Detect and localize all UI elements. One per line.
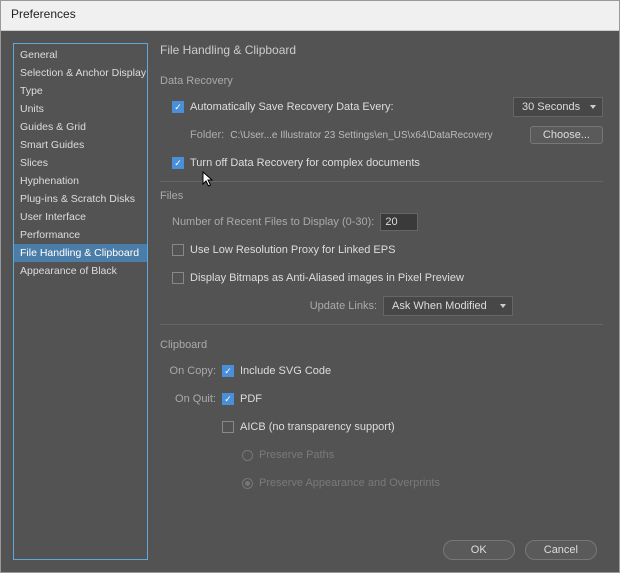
label-on-quit: On Quit: [166,393,216,405]
label-recent-files: Number of Recent Files to Display (0-30)… [172,216,374,228]
sidebar-item-file-handling[interactable]: File Handling & Clipboard [14,244,147,262]
group-label-files: Files [160,190,603,202]
panel-title: File Handling & Clipboard [160,43,603,57]
divider-2 [160,324,603,325]
label-preserve-paths: Preserve Paths [259,449,334,461]
sidebar-item-type[interactable]: Type [14,82,147,100]
label-bitmaps-aa: Display Bitmaps as Anti-Aliased images i… [190,272,464,284]
sidebar-item-selection[interactable]: Selection & Anchor Display [14,64,147,82]
cancel-button[interactable]: Cancel [525,540,597,560]
sidebar-item-general[interactable]: General [14,46,147,64]
label-low-res-proxy: Use Low Resolution Proxy for Linked EPS [190,244,395,256]
preferences-sidebar: General Selection & Anchor Display Type … [13,43,148,560]
label-on-copy: On Copy: [166,365,216,377]
sidebar-item-slices[interactable]: Slices [14,154,147,172]
sidebar-item-ui[interactable]: User Interface [14,208,147,226]
checkbox-pdf[interactable] [222,393,234,405]
folder-path: C:\User...e Illustrator 23 Settings\en_U… [230,130,492,141]
label-pdf: PDF [240,393,262,405]
sidebar-item-appearance-black[interactable]: Appearance of Black [14,262,147,280]
label-aicb: AICB (no transparency support) [240,421,395,433]
dialog-footer: OK Cancel [443,540,597,560]
divider-1 [160,181,603,182]
label-turn-off-complex: Turn off Data Recovery for complex docum… [190,157,420,169]
sidebar-item-plugins[interactable]: Plug-ins & Scratch Disks [14,190,147,208]
label-auto-save: Automatically Save Recovery Data Every: [190,101,394,113]
label-include-svg: Include SVG Code [240,365,331,377]
main-panel: File Handling & Clipboard Data Recovery … [160,43,607,560]
label-update-links: Update Links: [310,300,377,312]
ok-button[interactable]: OK [443,540,515,560]
preferences-window: Preferences General Selection & Anchor D… [0,0,620,573]
radio-preserve-paths[interactable] [242,450,253,461]
group-label-clipboard: Clipboard [160,339,603,351]
sidebar-item-smart-guides[interactable]: Smart Guides [14,136,147,154]
select-recovery-interval[interactable]: 30 Seconds [513,97,603,117]
checkbox-bitmaps-aa[interactable] [172,272,184,284]
label-preserve-appearance: Preserve Appearance and Overprints [259,477,440,489]
window-body: General Selection & Anchor Display Type … [1,31,619,572]
group-clipboard: Clipboard On Copy: Include SVG Code On Q… [160,339,603,493]
checkbox-aicb[interactable] [222,421,234,433]
checkbox-auto-save[interactable] [172,101,184,113]
sidebar-item-hyphenation[interactable]: Hyphenation [14,172,147,190]
window-title: Preferences [11,7,76,21]
group-files: Files Number of Recent Files to Display … [160,190,603,316]
checkbox-include-svg[interactable] [222,365,234,377]
sidebar-item-guides[interactable]: Guides & Grid [14,118,147,136]
input-recent-files[interactable] [380,213,418,231]
checkbox-low-res-proxy[interactable] [172,244,184,256]
radio-preserve-appearance[interactable] [242,478,253,489]
sidebar-item-units[interactable]: Units [14,100,147,118]
window-titlebar: Preferences [1,1,619,31]
group-label-data-recovery: Data Recovery [160,75,603,87]
group-data-recovery: Data Recovery Automatically Save Recover… [160,75,603,173]
checkbox-turn-off-complex[interactable] [172,157,184,169]
label-folder: Folder: [190,129,224,141]
select-update-links[interactable]: Ask When Modified [383,296,513,316]
choose-folder-button[interactable]: Choose... [530,126,603,144]
sidebar-item-performance[interactable]: Performance [14,226,147,244]
